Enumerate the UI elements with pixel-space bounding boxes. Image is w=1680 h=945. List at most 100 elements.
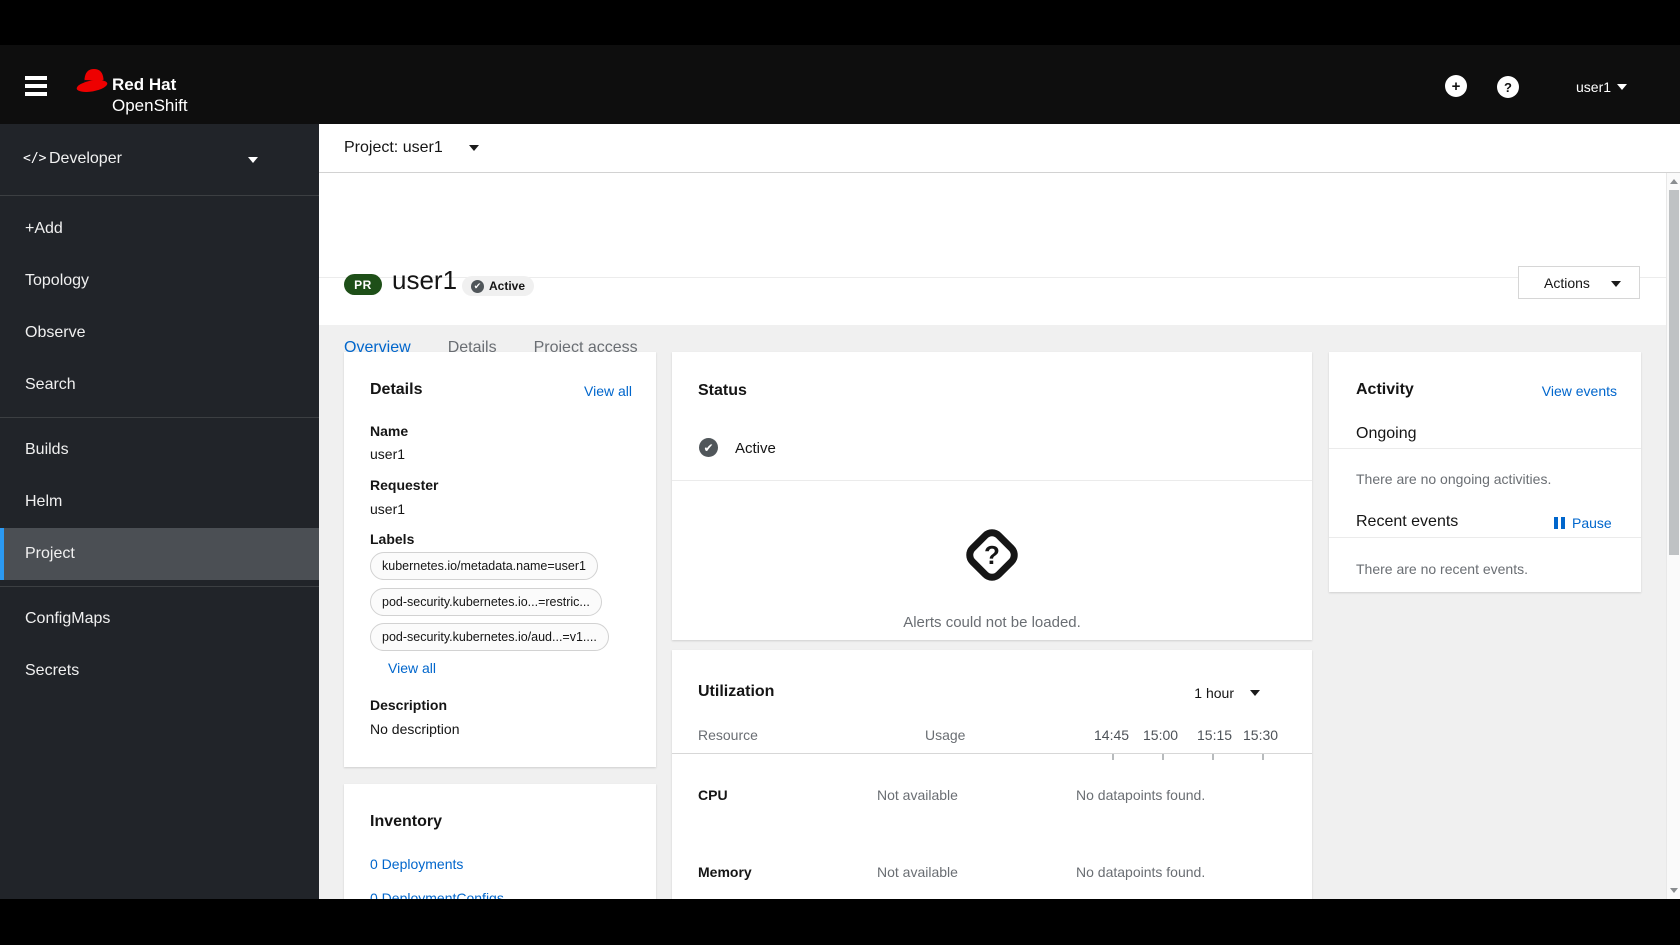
page-title: user1 <box>392 265 458 295</box>
label-chip: pod-security.kubernetes.io/aud...=v1.... <box>370 623 609 651</box>
name-value: user1 <box>370 446 406 462</box>
sidebar-item-secrets[interactable]: Secrets <box>0 645 319 697</box>
sidebar-item-configmaps[interactable]: ConfigMaps <box>0 593 319 645</box>
utilization-card-title: Utilization <box>698 683 775 700</box>
unknown-icon: ? <box>960 523 1024 587</box>
chevron-down-icon <box>1617 84 1628 90</box>
status-badge: ✔ Active <box>462 276 535 296</box>
inventory-deployments-link[interactable]: 0 Deployments <box>370 856 463 872</box>
description-label: Description <box>370 697 448 713</box>
divider <box>672 480 1312 481</box>
status-value: Active <box>735 440 776 457</box>
sidebar-item-observe[interactable]: Observe <box>0 307 319 359</box>
recent-events-title: Recent events <box>1356 513 1459 530</box>
labels-label: Labels <box>370 531 415 547</box>
resource-name: CPU <box>698 787 728 803</box>
column-header-usage: Usage <box>925 727 966 743</box>
sidebar-item-add[interactable]: +Add <box>0 203 319 255</box>
user-menu[interactable]: user1 <box>1576 79 1628 95</box>
sidebar-item-project[interactable]: Project <box>0 528 319 580</box>
main-content: Project: user1 PR user1 ✔ Active Actions… <box>319 124 1680 899</box>
status-card-title: Status <box>698 382 747 399</box>
check-circle-icon: ✔ <box>699 438 718 457</box>
help-icon[interactable]: ? <box>1497 76 1519 98</box>
divider <box>1329 448 1641 449</box>
utilization-card: Utilization 1 hour Resource Usage 14:45 … <box>672 650 1312 899</box>
alerts-message: Alerts could not be loaded. <box>903 614 1081 631</box>
status-badge-label: Active <box>489 279 526 293</box>
resource-graph-message: No datapoints found. <box>1076 864 1206 880</box>
scroll-down-arrow-icon[interactable] <box>1670 888 1678 893</box>
chevron-down-icon <box>1250 690 1260 696</box>
check-circle-icon: ✔ <box>471 279 484 293</box>
ongoing-empty-message: There are no ongoing activities. <box>1356 471 1552 487</box>
chevron-down-icon <box>1611 281 1621 287</box>
inventory-card-title: Inventory <box>370 813 443 830</box>
time-tick-label: 14:45 <box>1094 727 1130 743</box>
activity-card: Activity View events Ongoing There are n… <box>1329 352 1641 592</box>
time-tick-label: 15:30 <box>1243 727 1279 743</box>
axis-tick <box>1212 754 1214 760</box>
code-icon: </> <box>23 151 47 166</box>
vertical-scrollbar[interactable] <box>1666 173 1680 899</box>
actions-button[interactable]: Actions <box>1518 266 1640 299</box>
chevron-down-icon <box>469 145 479 151</box>
user-menu-label: user1 <box>1576 79 1612 95</box>
sidebar-item-search[interactable]: Search <box>0 359 319 411</box>
sidebar-item-helm[interactable]: Helm <box>0 476 319 528</box>
label-chip: kubernetes.io/metadata.name=user1 <box>370 552 598 580</box>
description-value: No description <box>370 721 460 737</box>
inventory-deploymentconfigs-link[interactable]: 0 DeploymentConfigs <box>370 890 504 899</box>
duration-select-value: 1 hour <box>1194 685 1234 701</box>
details-view-all-link[interactable]: View all <box>584 383 632 399</box>
duration-select[interactable]: 1 hour <box>1194 685 1260 701</box>
project-badge: PR <box>344 274 382 295</box>
labels-view-all-link[interactable]: View all <box>388 660 436 676</box>
recent-empty-message: There are no recent events. <box>1356 561 1528 577</box>
ongoing-section-title: Ongoing <box>1356 425 1417 442</box>
hamburger-menu-icon[interactable] <box>25 76 47 96</box>
redhat-hat-icon <box>76 69 108 92</box>
scroll-up-arrow-icon[interactable] <box>1670 179 1678 184</box>
sidebar-divider <box>0 586 319 587</box>
details-card: Details View all Name user1 Requester us… <box>344 352 656 767</box>
activity-card-title: Activity <box>1356 381 1414 398</box>
column-header-resource: Resource <box>698 727 758 743</box>
chevron-down-icon <box>248 157 258 163</box>
time-tick-label: 15:15 <box>1197 727 1233 743</box>
pause-button[interactable]: Pause <box>1554 515 1612 531</box>
project-selector-label: Project: user1 <box>344 139 443 156</box>
name-label: Name <box>370 423 409 439</box>
details-card-title: Details <box>370 381 423 398</box>
screen: Red Hat OpenShift + ? user1 </> Develope… <box>0 0 1680 945</box>
actions-button-label: Actions <box>1544 275 1590 291</box>
perspective-label: Developer <box>49 150 122 167</box>
sidebar: </> Developer +Add Topology Observe Sear… <box>0 124 319 899</box>
resource-usage: Not available <box>877 787 958 803</box>
time-axis <box>672 753 1312 754</box>
label-chip: pod-security.kubernetes.io...=restric... <box>370 588 602 616</box>
resource-usage: Not available <box>877 864 958 880</box>
resource-name: Memory <box>698 864 752 880</box>
requester-label: Requester <box>370 477 439 493</box>
perspective-switcher[interactable]: </> Developer <box>0 124 319 196</box>
scrollbar-thumb[interactable] <box>1669 190 1679 555</box>
sidebar-item-builds[interactable]: Builds <box>0 424 319 476</box>
page-header: PR user1 ✔ Active Actions Overview Detai… <box>319 173 1680 374</box>
axis-tick <box>1262 754 1264 760</box>
divider <box>1329 537 1641 538</box>
axis-tick <box>1112 754 1114 760</box>
sidebar-divider <box>0 417 319 418</box>
status-card: Status ✔ Active ? Alerts could not be lo… <box>672 352 1312 640</box>
time-tick-label: 15:00 <box>1143 727 1179 743</box>
view-events-link[interactable]: View events <box>1542 383 1617 399</box>
pause-button-label: Pause <box>1572 515 1612 531</box>
brand-line2: OpenShift <box>112 96 188 115</box>
requester-value: user1 <box>370 501 406 517</box>
sidebar-item-topology[interactable]: Topology <box>0 255 319 307</box>
add-circle-icon[interactable]: + <box>1445 75 1467 97</box>
project-selector[interactable]: Project: user1 <box>319 124 1680 173</box>
axis-tick <box>1162 754 1164 760</box>
brand-line1: Red Hat <box>112 75 177 94</box>
pause-icon <box>1554 517 1565 529</box>
